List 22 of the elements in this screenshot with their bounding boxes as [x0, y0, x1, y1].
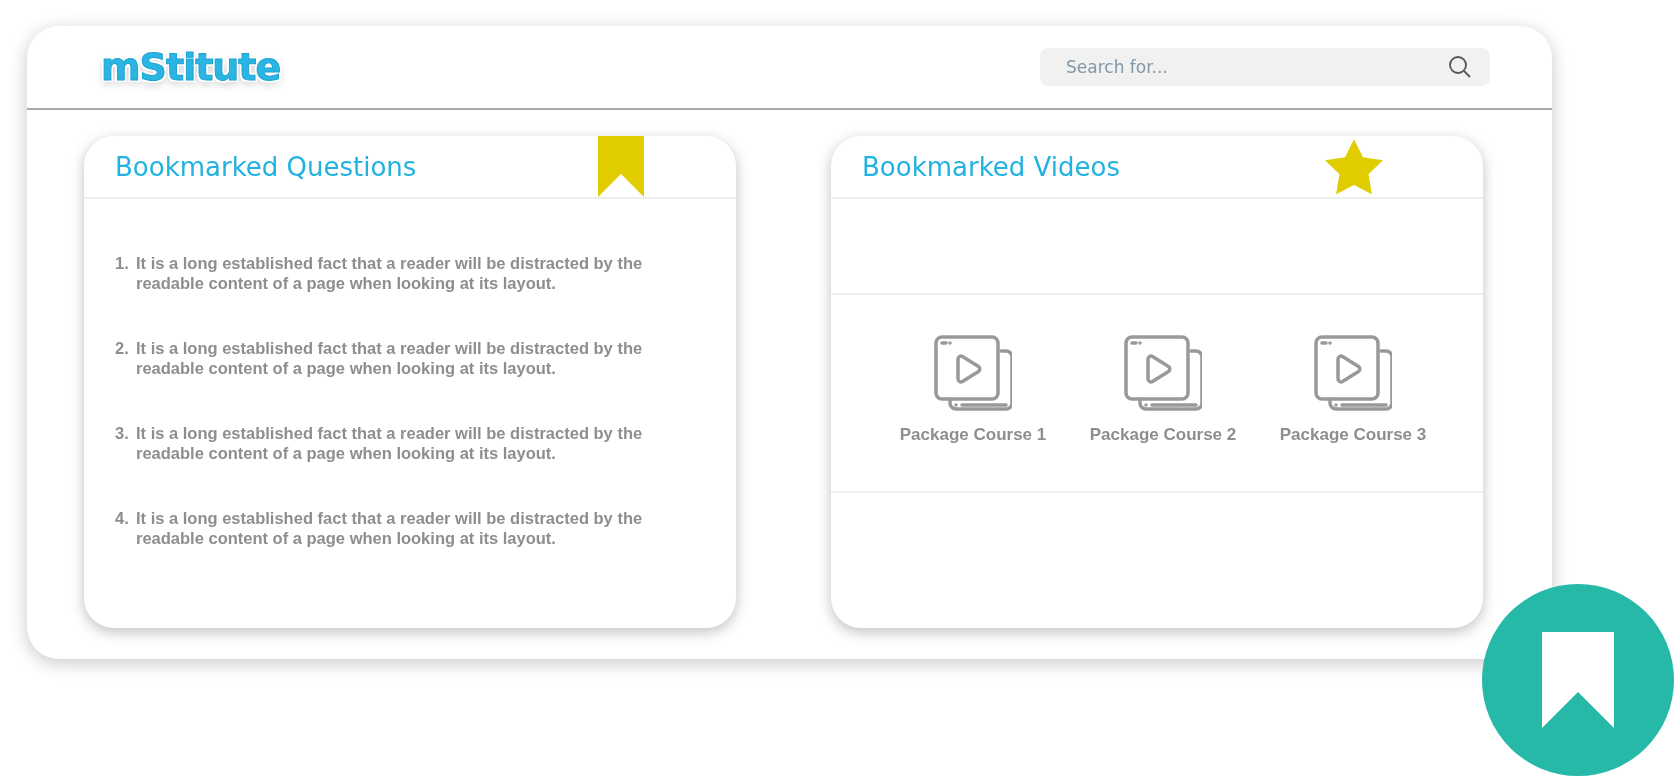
- search-field[interactable]: Search for...: [1040, 48, 1490, 86]
- card-title: Bookmarked Questions: [115, 151, 417, 182]
- bookmark-icon: [1542, 632, 1614, 728]
- video-stack-icon: [934, 335, 1012, 413]
- question-number: 3.: [115, 423, 130, 444]
- question-text[interactable]: It is a long established fact that a reader will be distracted by the readable content of a page when looking at its layout.: [136, 423, 676, 463]
- course-label[interactable]: Package Course 1: [899, 425, 1047, 445]
- course-label[interactable]: Package Course 3: [1279, 425, 1427, 445]
- course-label[interactable]: Package Course 2: [1089, 425, 1237, 445]
- video-stack-icon: [1314, 335, 1392, 413]
- video-stack-icon: [1124, 335, 1202, 413]
- card-title: Bookmarked Videos: [862, 151, 1120, 182]
- logo[interactable]: mStitute: [101, 45, 281, 89]
- search-icon[interactable]: [1448, 55, 1472, 79]
- bookmark-ribbon-icon: [598, 136, 644, 197]
- question-text[interactable]: It is a long established fact that a reader will be distracted by the readable content of a page when looking at its layout.: [136, 253, 676, 293]
- question-number: 1.: [115, 253, 130, 274]
- question-text[interactable]: It is a long established fact that a reader will be distracted by the readable content of a page when looking at its layout.: [136, 338, 676, 378]
- question-number: 2.: [115, 338, 130, 359]
- star-icon: [1325, 138, 1383, 195]
- question-number: 4.: [115, 508, 130, 529]
- question-text[interactable]: It is a long established fact that a reader will be distracted by the readable content of a page when looking at its layout.: [136, 508, 676, 548]
